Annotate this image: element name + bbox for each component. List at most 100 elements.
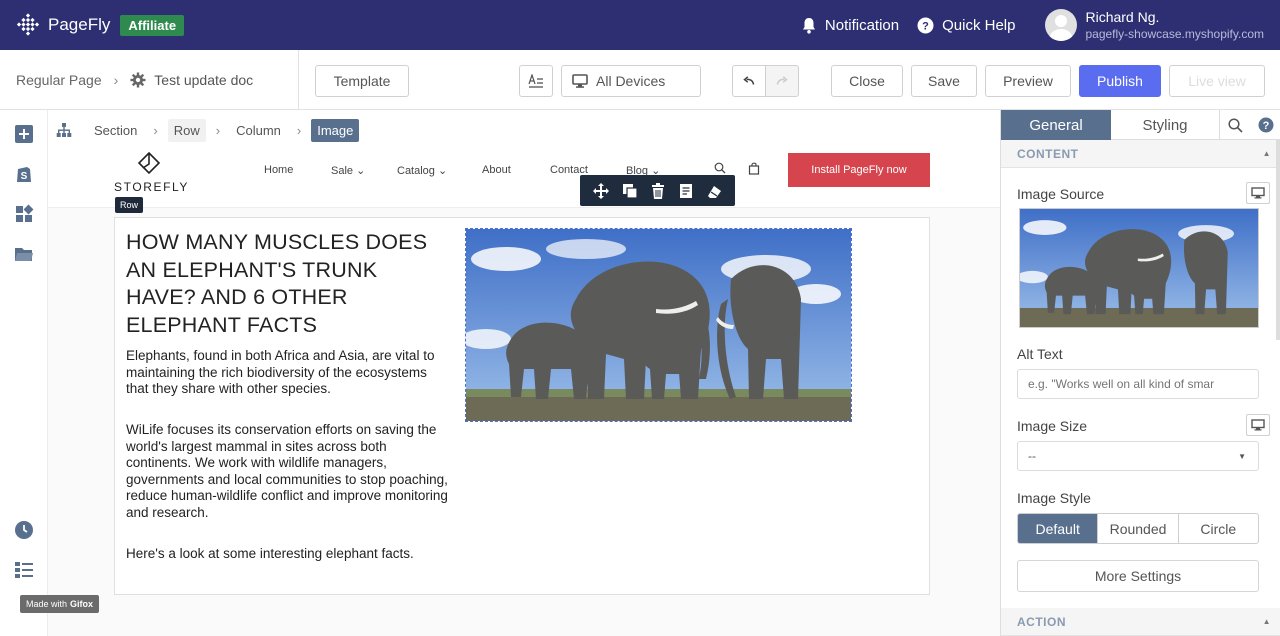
article-paragraph-1[interactable]: Elephants, found in both Africa and Asia…: [126, 348, 451, 398]
chevron-right-icon: ›: [296, 122, 302, 138]
text-align-button[interactable]: [519, 65, 553, 97]
tab-general[interactable]: General: [1001, 110, 1111, 140]
style-rounded-option[interactable]: Rounded: [1097, 514, 1177, 543]
publish-button[interactable]: Publish: [1079, 65, 1161, 97]
user-name: Richard Ng.: [1085, 9, 1160, 25]
elephants-thumbnail-image: [1020, 209, 1258, 327]
text-align-icon: [528, 74, 543, 88]
save-template-icon[interactable]: [679, 183, 693, 199]
add-element-icon[interactable]: [14, 124, 34, 144]
image-source-thumbnail[interactable]: [1019, 208, 1259, 328]
eraser-icon[interactable]: [706, 183, 722, 199]
path-section[interactable]: Section: [88, 119, 143, 142]
nav-home[interactable]: Home: [264, 164, 293, 176]
delete-icon[interactable]: [651, 182, 665, 199]
move-icon[interactable]: [592, 182, 609, 199]
element-action-toolbar: [580, 175, 735, 206]
store-page: STOREFLY Home Sale ⌄ Catalog ⌄ About Con…: [48, 150, 1000, 636]
notification-button[interactable]: Notification: [801, 17, 899, 34]
folder-icon[interactable]: [14, 244, 34, 264]
store-logo-text: STOREFLY: [114, 180, 190, 194]
chevron-right-icon: ›: [153, 122, 158, 138]
nav-sale-label: Sale: [331, 165, 354, 177]
caret-up-icon: ▲: [1262, 617, 1271, 626]
content-row[interactable]: HOW MANY MUSCLES DOES AN ELEPHANT'S TRUN…: [114, 217, 930, 595]
affiliate-badge[interactable]: Affiliate: [120, 14, 185, 36]
store-logo[interactable]: STOREFLY: [114, 151, 190, 194]
row-tooltip: Row: [115, 197, 144, 213]
template-button[interactable]: Template: [315, 65, 409, 97]
svg-text:?: ?: [1262, 120, 1269, 132]
user-menu[interactable]: Richard Ng. pagefly-showcase.myshopify.c…: [1045, 9, 1264, 41]
alt-text-input[interactable]: [1017, 369, 1259, 399]
article-paragraph-2[interactable]: WiLife focuses its conservation efforts …: [126, 422, 451, 522]
path-row[interactable]: Row: [167, 118, 206, 142]
style-default-option[interactable]: Default: [1018, 514, 1098, 543]
gear-icon: [130, 72, 146, 88]
install-pagefly-button[interactable]: Install PageFly now: [788, 153, 930, 187]
editor-canvas: STOREFLY Home Sale ⌄ Catalog ⌄ About Con…: [48, 150, 1000, 636]
image-size-select[interactable]: -- ▼: [1017, 441, 1259, 471]
image-size-device-button[interactable]: [1246, 414, 1270, 436]
chevron-down-icon: ⌄: [356, 165, 366, 177]
panel-search-button[interactable]: [1219, 110, 1250, 140]
gifox-watermark: Made with Gifox: [20, 595, 100, 613]
nav-sale[interactable]: Sale ⌄: [331, 164, 365, 177]
quick-help-label: Quick Help: [942, 16, 1016, 34]
chevron-right-icon: ›: [215, 122, 221, 138]
action-section-header[interactable]: ACTION ▲: [1001, 608, 1280, 636]
app-name: PageFly: [48, 15, 111, 34]
live-view-button[interactable]: Live view: [1169, 65, 1265, 97]
layers-list-icon[interactable]: [14, 560, 34, 580]
apps-grid-icon[interactable]: [14, 204, 34, 224]
article-paragraph-3[interactable]: Here's a look at some interesting elepha…: [126, 546, 451, 563]
history-clock-icon[interactable]: [14, 520, 34, 540]
cart-icon[interactable]: [748, 162, 760, 175]
app-logo[interactable]: PageFly: [16, 13, 110, 37]
redo-icon: [776, 76, 788, 85]
undo-button[interactable]: [732, 65, 766, 97]
image-size-label: Image Size: [1017, 418, 1088, 434]
panel-help-button[interactable]: ?: [1250, 110, 1280, 140]
device-select[interactable]: All Devices: [561, 65, 701, 97]
search-icon: [1227, 117, 1243, 133]
svg-text:?: ?: [922, 20, 929, 32]
bell-icon: [802, 17, 815, 34]
chevron-right-icon: ›: [113, 72, 119, 88]
store-header: STOREFLY Home Sale ⌄ Catalog ⌄ About Con…: [48, 150, 1000, 208]
top-bar: PageFly Affiliate Notification ? Quick H…: [0, 0, 1280, 50]
doc-settings[interactable]: Test update doc: [130, 72, 253, 88]
editor-toolbar: Regular Page › Test update doc Template: [0, 50, 1280, 143]
watermark-prefix: Made with: [26, 599, 68, 609]
tree-structure-icon[interactable]: [56, 122, 72, 138]
search-icon[interactable]: [714, 162, 726, 174]
preview-button[interactable]: Preview: [985, 65, 1071, 97]
tab-styling[interactable]: Styling: [1111, 110, 1219, 140]
left-sidebar: S: [0, 110, 48, 636]
nav-about[interactable]: About: [482, 164, 511, 176]
path-column[interactable]: Column: [230, 119, 287, 142]
page-type-link[interactable]: Regular Page: [16, 72, 102, 88]
selected-image[interactable]: [465, 228, 852, 422]
quick-help-button[interactable]: ? Quick Help: [917, 17, 1015, 34]
caret-down-icon: ▼: [1238, 451, 1246, 461]
style-circle-option[interactable]: Circle: [1177, 514, 1258, 543]
toolbar-divider: [298, 50, 299, 110]
nav-catalog[interactable]: Catalog ⌄: [397, 164, 447, 177]
redo-button[interactable]: [765, 65, 799, 97]
article-headline[interactable]: HOW MANY MUSCLES DOES AN ELEPHANT'S TRUN…: [126, 229, 446, 339]
close-button[interactable]: Close: [831, 65, 903, 97]
monitor-icon: [1251, 187, 1265, 199]
duplicate-icon[interactable]: [622, 183, 638, 199]
save-button[interactable]: Save: [911, 65, 977, 97]
watermark-brand: Gifox: [70, 599, 94, 609]
image-source-device-button[interactable]: [1246, 182, 1270, 204]
shopify-icon[interactable]: S: [14, 164, 34, 184]
more-settings-button[interactable]: More Settings: [1017, 560, 1259, 592]
nav-catalog-label: Catalog: [397, 165, 435, 177]
undo-icon: [743, 76, 755, 85]
content-section-header[interactable]: CONTENT ▲: [1001, 140, 1280, 168]
path-image[interactable]: Image: [311, 118, 360, 142]
panel-scrollbar[interactable]: [1276, 140, 1280, 340]
monitor-icon: [1251, 419, 1265, 431]
